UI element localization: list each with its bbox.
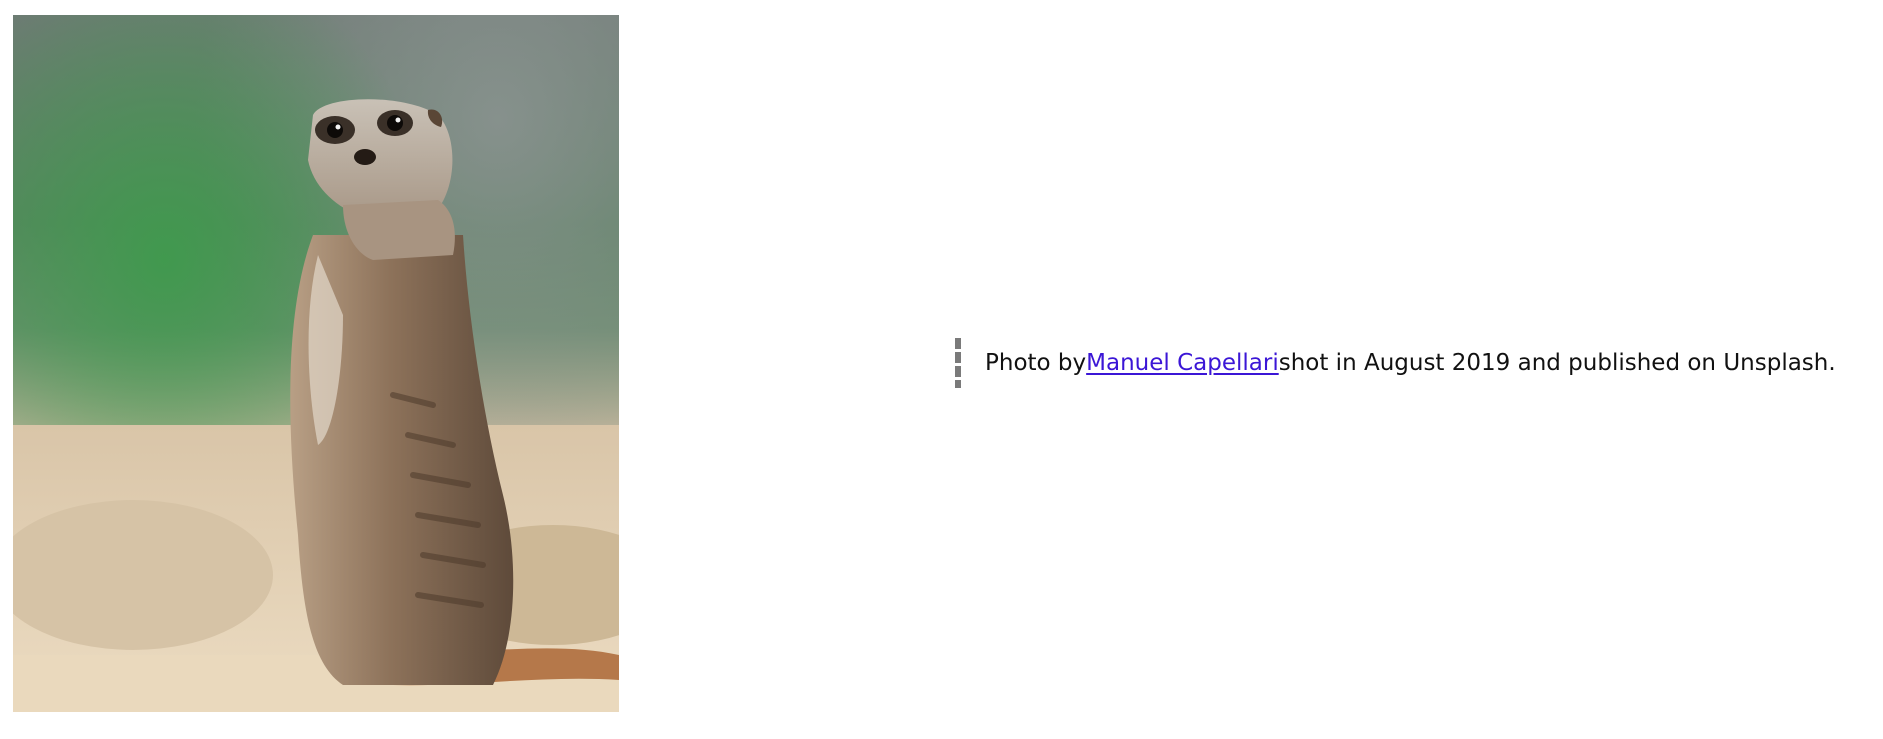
caption-rule: [955, 338, 961, 388]
caption-prefix: Photo by: [985, 350, 1087, 376]
photo-caption: Photo by Manuel Capellari shot in August…: [955, 338, 1836, 388]
meerkat-illustration: [13, 15, 619, 712]
caption-suffix: shot in August 2019 and published on Uns…: [1278, 350, 1836, 376]
author-link[interactable]: Manuel Capellari: [1086, 350, 1279, 376]
meerkat-photo: [13, 15, 619, 712]
